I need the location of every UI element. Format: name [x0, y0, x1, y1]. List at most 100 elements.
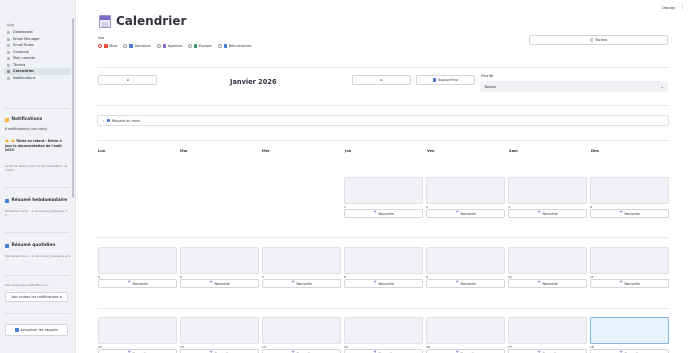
day-cell[interactable]: [262, 317, 341, 344]
divider: [97, 105, 669, 106]
warning-icon: [10, 139, 15, 143]
new-event-label: Nouvelle: [460, 281, 476, 286]
view-label: Vue: [98, 36, 105, 40]
new-event-button[interactable]: +Nouvelle: [262, 279, 341, 288]
day-cell[interactable]: [590, 177, 669, 204]
view-option-semaine[interactable]: Semaine: [123, 44, 151, 48]
day-cell[interactable]: [262, 247, 341, 274]
notification-item-title[interactable]: Tâche en retard : Relire à jour la docum…: [5, 139, 69, 153]
day-cell[interactable]: [344, 177, 423, 204]
contacts-icon: [7, 50, 10, 54]
today-button[interactable]: Aujourd'hui: [416, 75, 475, 85]
view-option-mois[interactable]: Mois: [98, 44, 117, 48]
sidebar-item-label: Contacts: [13, 49, 29, 54]
next-month-button[interactable]: ▸: [352, 75, 411, 85]
new-event-button[interactable]: +Nouvelle: [344, 349, 423, 353]
view-option-equipe[interactable]: Equipe: [187, 44, 212, 48]
radio-button[interactable]: [217, 44, 222, 48]
repeat-icon: [223, 44, 228, 48]
menu-icon[interactable]: ⋮: [680, 4, 685, 10]
new-event-button[interactable]: +Nouvelle: [344, 209, 423, 218]
new-event-button[interactable]: +Nouvelle: [590, 209, 669, 218]
sidebar-item-label: Mon compte: [13, 56, 36, 60]
new-event-button[interactable]: +Nouvelle: [508, 349, 587, 353]
plus-icon: +: [209, 280, 213, 286]
calendar-icon: [104, 44, 108, 48]
day-cell[interactable]: [98, 317, 177, 344]
sidebar-item-dashboard[interactable]: Dashboard: [4, 29, 71, 36]
notifications-heading: Notifications: [5, 117, 42, 122]
calendar-icon: [7, 70, 10, 73]
new-event-label: Nouvelle: [378, 211, 394, 216]
new-event-label: Nouvelle: [132, 281, 148, 286]
week-divider: [97, 237, 669, 238]
new-event-button[interactable]: +Nouvelle: [262, 349, 341, 353]
day-cell[interactable]: [508, 177, 587, 204]
new-event-button[interactable]: +Nouvelle: [180, 349, 259, 353]
day-cell[interactable]: [180, 317, 259, 344]
see-notifications-label: Voir toutes les notifications ici: [5, 283, 49, 287]
prev-month-button[interactable]: ◂: [98, 75, 157, 85]
sidebar-item-calendrier[interactable]: Calendrier: [4, 68, 71, 75]
new-event-label: Nouvelle: [460, 211, 476, 216]
week-divider: [97, 308, 669, 309]
day-header: Lun: [98, 149, 106, 153]
new-event-button[interactable]: +Nouvelle: [508, 209, 587, 218]
day-cell[interactable]: [508, 247, 587, 274]
user-icon: [7, 57, 10, 60]
new-event-button[interactable]: +Nouvelle: [426, 279, 505, 288]
day-cell[interactable]: [426, 247, 505, 274]
plus-icon: +: [127, 280, 131, 286]
new-event-button[interactable]: +Nouvelle: [426, 209, 505, 218]
chevron-right-icon: ▸: [380, 78, 383, 82]
tasks-button[interactable]: Tâches: [529, 35, 668, 45]
chevron-right-icon: ›: [103, 119, 105, 123]
day-cell[interactable]: [590, 247, 669, 274]
new-event-button[interactable]: +Nouvelle: [180, 279, 259, 288]
day-cell[interactable]: [508, 317, 587, 344]
day-cell[interactable]: [344, 317, 423, 344]
day-cell[interactable]: [426, 317, 505, 344]
see-all-notifications-button[interactable]: Voir toutes les notifications ▾: [5, 292, 68, 302]
new-event-button[interactable]: +Nouvelle: [98, 349, 177, 353]
day-cell[interactable]: [180, 247, 259, 274]
day-cell-today[interactable]: [590, 317, 669, 344]
divider: [97, 140, 669, 141]
calendar-icon: [5, 243, 9, 248]
radio-button[interactable]: [98, 44, 102, 48]
priority-select[interactable]: Toutes ⌄: [480, 81, 668, 92]
new-event-button[interactable]: +Nouvelle: [508, 279, 587, 288]
new-event-label: Nouvelle: [624, 281, 640, 286]
divider: [5, 232, 70, 233]
new-event-button[interactable]: +Nouvelle: [98, 279, 177, 288]
new-event-button[interactable]: +Nouvelle: [590, 279, 669, 288]
day-header: Mar: [180, 149, 188, 153]
sidebar-item-email-rules[interactable]: Email Rules: [4, 42, 71, 49]
day-cell[interactable]: [426, 177, 505, 204]
view-option-agenda[interactable]: Agenda: [156, 44, 182, 48]
sidebar-item-mon-compte[interactable]: Mon compte: [4, 55, 71, 62]
sidebar-item-notifications[interactable]: Notifications: [4, 75, 71, 82]
day-cell[interactable]: [98, 247, 177, 274]
refresh-reminders-button[interactable]: Actualiser les rappels: [5, 324, 68, 336]
priority-filter-label: Priorité: [481, 74, 494, 78]
day-header: Ven: [427, 149, 435, 153]
radio-button[interactable]: [187, 44, 192, 48]
view-option-recurrences[interactable]: Récurrences: [217, 44, 251, 48]
sidebar-scrollbar[interactable]: [72, 18, 74, 198]
radio-button[interactable]: [123, 44, 128, 48]
calendar-week-icon: [129, 44, 134, 48]
new-event-button[interactable]: +Nouvelle: [590, 349, 669, 353]
chevron-down-icon: ⌄: [660, 84, 664, 89]
plus-icon: +: [537, 280, 541, 286]
notification-item-description: La tâche 'Relire à jour la documentation…: [5, 164, 68, 172]
deploy-button[interactable]: Deploy: [662, 5, 675, 10]
new-event-button[interactable]: +Nouvelle: [344, 279, 423, 288]
new-event-button[interactable]: +Nouvelle: [426, 349, 505, 353]
month-summary-expander[interactable]: › Résumé du mois: [97, 115, 669, 126]
radio-button[interactable]: [156, 44, 161, 48]
new-event-label: Nouvelle: [624, 211, 640, 216]
plus-icon: +: [619, 280, 623, 286]
day-cell[interactable]: [344, 247, 423, 274]
team-icon: [193, 44, 198, 48]
